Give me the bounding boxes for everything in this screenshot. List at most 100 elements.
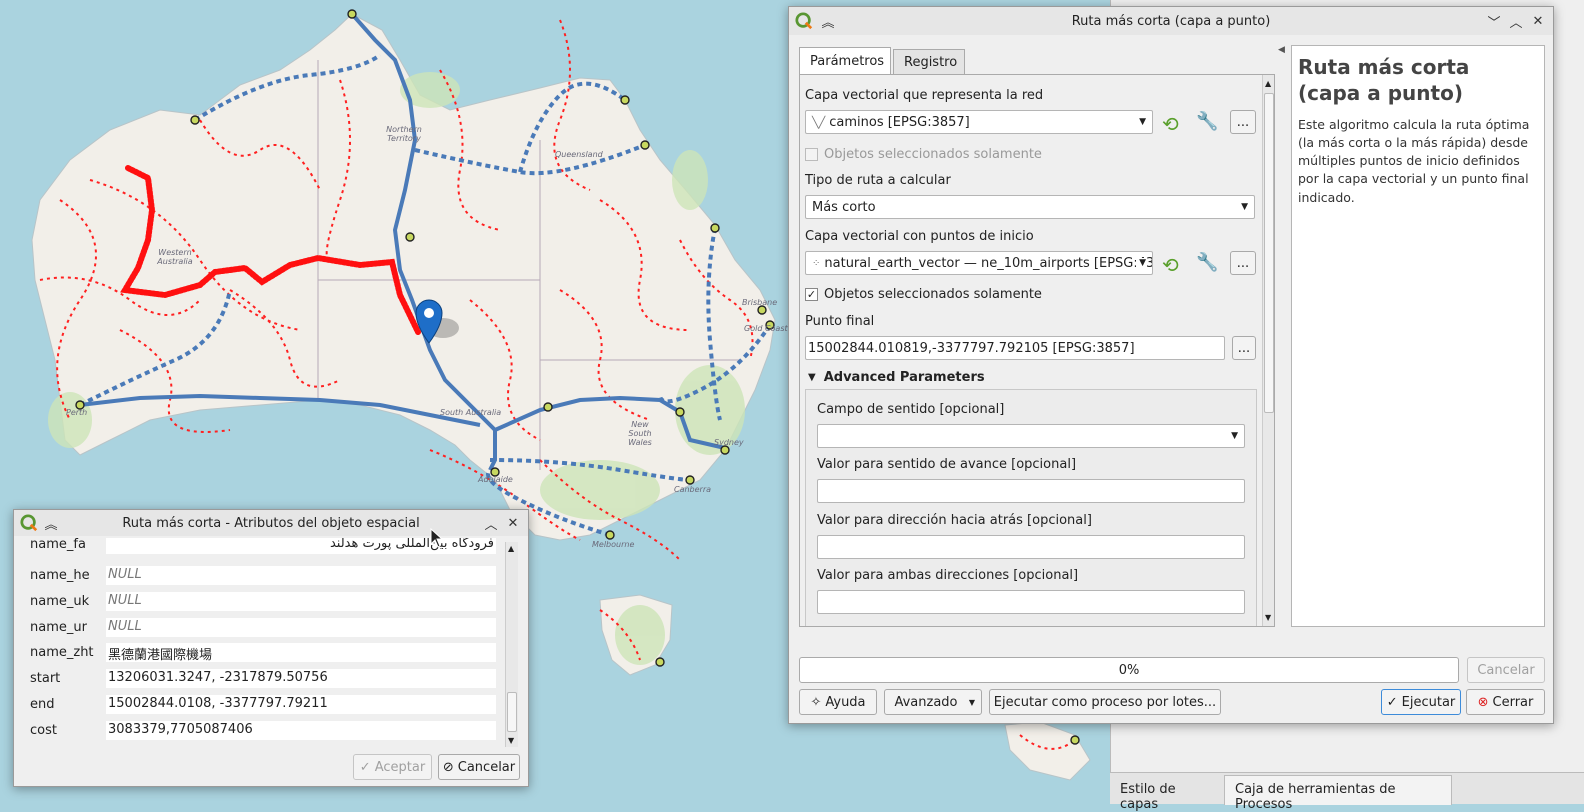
close-icon[interactable]: ✕	[502, 512, 524, 534]
attribute-name: name_zht	[30, 645, 94, 660]
map-label: Brisbane	[742, 298, 778, 307]
attribute-value-input[interactable]: 黑德蘭港國際機場	[106, 643, 496, 662]
cancel-circle-icon: ⊘	[442, 759, 454, 775]
attribute-value-input[interactable]: 15002844.0108, -3377797.79211	[106, 695, 496, 714]
wrench-icon[interactable]: 🔧	[1196, 111, 1218, 132]
end-point-label: Punto final	[805, 314, 875, 329]
advanced-parameters-toggle[interactable]: ▼ Advanced Parameters	[808, 370, 985, 385]
selected-only-label: Objetos seleccionados solamente	[824, 147, 1042, 162]
route-type-label: Tipo de ruta a calcular	[805, 173, 951, 188]
point-layer-icon: ⁘	[812, 257, 821, 269]
map-label: Northern Territory	[386, 125, 422, 143]
map-label: New South Wales	[628, 420, 652, 447]
scroll-thumb[interactable]	[1264, 93, 1274, 413]
map-label: Adelaide	[478, 475, 513, 484]
direction-field-label: Campo de sentido [opcional]	[817, 402, 1005, 417]
network-layer-select[interactable]: ╲╱ caminos [EPSG:3857] ▼	[805, 110, 1153, 134]
dialog-titlebar[interactable]: ︽ Ruta más corta (capa a punto) ﹀ ︿ ✕	[789, 7, 1553, 35]
backward-value-input[interactable]	[817, 535, 1245, 559]
batch-process-button[interactable]: Ejecutar como proceso por lotes...	[989, 689, 1221, 715]
attribute-name: name_he	[30, 568, 90, 583]
tab-parameters[interactable]: Parámetros	[799, 47, 891, 75]
progress-cancel-button[interactable]: Cancelar	[1467, 657, 1545, 683]
end-point-pick-button[interactable]: ...	[1232, 336, 1256, 360]
panel-tabs: Estilo de capas Caja de herramientas de …	[1110, 772, 1584, 812]
accept-button-label: Aceptar	[374, 759, 426, 775]
route-type-value: Más corto	[812, 199, 876, 215]
attr-dialog-titlebar[interactable]: ︽ Ruta más corta - Atributos del objeto …	[14, 510, 528, 536]
close-button[interactable]: ⊗ Cerrar	[1466, 689, 1545, 715]
route-type-select[interactable]: Más corto ▼	[805, 195, 1255, 219]
forward-value-input[interactable]	[817, 479, 1245, 503]
scroll-up-icon[interactable]: ▲	[1265, 79, 1271, 88]
end-point-input[interactable]: 15002844.010819,-3377797.792105 [EPSG:38…	[805, 336, 1225, 360]
attributes-scrollbar[interactable]: ▲ ▼	[505, 542, 518, 747]
close-icon[interactable]: ✕	[1527, 10, 1549, 32]
start-layer-value: natural_earth_vector — ne_10m_airports […	[824, 255, 1153, 271]
scroll-thumb[interactable]	[507, 692, 517, 732]
selected-only-checkbox-checked[interactable]: ✓	[805, 288, 818, 301]
network-layer-more-button[interactable]: ...	[1230, 110, 1256, 134]
checkmark-icon: ✓	[359, 759, 371, 775]
attribute-value-input[interactable]: NULL	[106, 618, 496, 637]
scroll-up-icon[interactable]: ▲	[508, 544, 514, 553]
wrench-icon[interactable]: 🔧	[1196, 252, 1218, 273]
help-button[interactable]: ✧ Ayuda	[799, 689, 877, 715]
both-value-input[interactable]	[817, 590, 1245, 614]
minimize-icon[interactable]: ﹀	[1483, 10, 1505, 32]
forward-value-label: Valor para sentido de avance [opcional]	[817, 457, 1077, 472]
advanced-button-label: Avanzado	[894, 694, 958, 710]
parameters-panel: Capa vectorial que representa la red ╲╱ …	[799, 74, 1275, 627]
run-button[interactable]: ✓ Ejecutar	[1381, 689, 1461, 715]
accept-button[interactable]: ✓ Aceptar	[353, 754, 432, 780]
advanced-button[interactable]: Avanzado ▼	[884, 689, 982, 715]
start-layer-select[interactable]: ⁘ natural_earth_vector — ne_10m_airports…	[805, 251, 1153, 275]
run-button-label: Ejecutar	[1401, 694, 1456, 710]
tab-log[interactable]: Registro	[893, 49, 965, 75]
collapse-help-icon[interactable]: ◀	[1278, 45, 1285, 55]
chevron-down-icon: ▼	[1241, 202, 1248, 212]
attribute-row: start 13206031.3247, -2317879.50756	[14, 669, 509, 689]
network-layer-label: Capa vectorial que representa la red	[805, 88, 1044, 103]
tab-layer-styling[interactable]: Estilo de capas	[1112, 777, 1224, 812]
maximize-icon[interactable]: ︿	[480, 512, 502, 534]
chevron-down-icon: ▼	[1231, 431, 1238, 441]
selected-only-checkbox-row[interactable]: Objetos seleccionados solamente	[805, 147, 1042, 162]
selected-only-checkbox[interactable]	[805, 148, 818, 161]
network-layer-value: caminos [EPSG:3857]	[829, 114, 970, 130]
triangle-down-icon: ▼	[808, 372, 816, 383]
help-title: Ruta más corta (capa a punto)	[1298, 55, 1470, 105]
backward-value-label: Valor para dirección hacia atrás [opcion…	[817, 513, 1092, 528]
map-label: Perth	[66, 408, 88, 417]
attribute-value-input[interactable]: 3083379,7705087406	[106, 721, 496, 740]
start-layer-more-button[interactable]: ...	[1230, 251, 1256, 275]
attr-cancel-button[interactable]: ⊘ Cancelar	[438, 754, 520, 780]
attribute-value-input[interactable]: 13206031.3247, -2317879.50756	[106, 669, 496, 688]
attribute-name: end	[30, 697, 55, 712]
parameters-scrollbar[interactable]: ▲ ▼	[1262, 75, 1274, 626]
direction-field-select[interactable]: ▼	[817, 424, 1245, 448]
map-label: Gold Coast	[744, 324, 788, 333]
scroll-down-icon[interactable]: ▼	[1265, 613, 1271, 622]
selected-only-label-2: Objetos seleccionados solamente	[824, 287, 1042, 302]
qgis-logo-icon	[20, 514, 38, 532]
help-panel: Ruta más corta (capa a punto) Este algor…	[1291, 45, 1545, 627]
collapse-up-icon[interactable]: ︽	[817, 10, 839, 32]
advanced-group: Campo de sentido [opcional] ▼ Valor para…	[805, 389, 1257, 626]
attribute-value-input[interactable]: NULL	[106, 592, 496, 611]
progress-text: 0%	[1118, 663, 1140, 678]
tab-processing-toolbox[interactable]: Caja de herramientas de Procesos	[1224, 775, 1452, 812]
attribute-name: name_uk	[30, 594, 90, 609]
map-label: Sydney	[714, 438, 744, 447]
maximize-icon[interactable]: ︿	[1505, 10, 1527, 32]
star-help-icon: ✧	[810, 694, 822, 710]
iterate-icon[interactable]: ⟲	[1162, 112, 1179, 136]
scroll-down-icon[interactable]: ▼	[508, 736, 514, 745]
selected-only-checkbox-row-2[interactable]: ✓ Objetos seleccionados solamente	[805, 287, 1042, 302]
attribute-value-input[interactable]: NULL	[106, 566, 496, 585]
iterate-icon[interactable]: ⟲	[1162, 253, 1179, 277]
mouse-cursor-icon	[430, 528, 444, 548]
start-layer-label: Capa vectorial con puntos de inicio	[805, 229, 1034, 244]
collapse-up-icon[interactable]: ︽	[40, 512, 62, 534]
line-layer-icon: ╲╱	[812, 115, 826, 129]
